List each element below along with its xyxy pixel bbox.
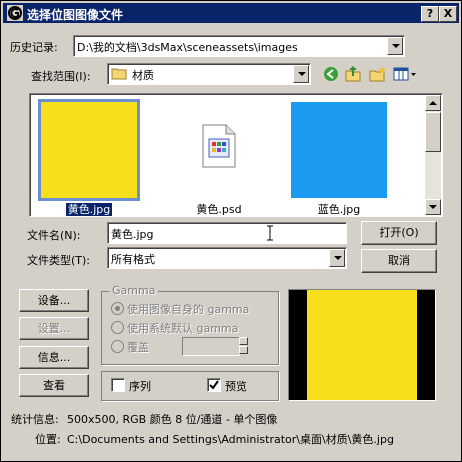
file-name: 蓝色.jpg [317, 203, 361, 216]
radio-dot [115, 306, 120, 311]
filetype-label: 文件类型(T): [27, 254, 91, 267]
filetype-combo[interactable]: 所有格式 [107, 247, 347, 269]
gamma-group-title: Gamma [109, 284, 159, 297]
lookin-combo[interactable]: 材质 [107, 63, 311, 85]
file-name: 黄色.jpg [39, 201, 139, 217]
help-button[interactable]: ? [421, 6, 439, 22]
stats-value: 500x500, RGB 颜色 8 位/通道 - 单个图像 [67, 413, 278, 426]
file-thumbnail [38, 99, 140, 201]
gamma-override-label: 覆盖 [127, 341, 149, 354]
spinner-up-button[interactable] [239, 337, 248, 345]
history-label: 历史记录: [10, 41, 58, 54]
gamma-image-label: 使用图像自身的 gamma [127, 303, 250, 316]
up-folder-icon[interactable] [345, 65, 361, 82]
image-preview-pane [288, 289, 436, 401]
new-folder-icon[interactable] [369, 66, 387, 82]
location-label: 位置: [35, 433, 61, 446]
blue-image-preview [291, 102, 387, 198]
scroll-thumb[interactable] [425, 112, 441, 152]
file-name-text: 黄色.jpg [65, 203, 113, 216]
preview-checkbox[interactable] [207, 378, 221, 392]
gamma-system-label: 使用系统默认 gamma [127, 322, 239, 335]
folder-icon [111, 68, 127, 80]
filetype-dropdown-button[interactable] [329, 249, 345, 267]
vertical-scrollbar[interactable] [425, 95, 441, 215]
history-value: D:\我的文档\3dsMax\sceneassets\images [77, 41, 298, 54]
gamma-system-radio[interactable] [111, 321, 124, 334]
filename-label: 文件名(N): [27, 229, 81, 242]
preview-label: 预览 [225, 380, 247, 393]
lookin-dropdown-button[interactable] [293, 65, 309, 83]
stats-label: 统计信息: [11, 413, 59, 426]
location-value: C:\Documents and Settings\Administrator\… [67, 433, 394, 446]
arrow-down-icon [429, 205, 437, 209]
settings-button[interactable]: 设置... [19, 317, 89, 340]
preview-image [307, 290, 417, 400]
history-dropdown-button[interactable] [387, 37, 403, 55]
info-button[interactable]: 信息... [19, 346, 89, 369]
app-icon [7, 5, 23, 21]
file-thumbnail [289, 100, 389, 200]
options-group [101, 371, 279, 401]
filename-value: 黄色.jpg [111, 228, 154, 241]
gamma-image-radio[interactable] [111, 302, 124, 315]
open-button[interactable]: 打开(O) [361, 221, 437, 245]
gamma-override-radio[interactable] [111, 340, 124, 353]
window-title: 选择位图图像文件 [27, 8, 124, 22]
yellow-image-preview [41, 102, 137, 198]
lookin-value: 材质 [132, 69, 154, 82]
scroll-up-button[interactable] [425, 95, 441, 111]
file-list[interactable]: 黄色.jpg 黄色.psd 蓝色.jpg [29, 93, 443, 217]
checkmark-icon [209, 380, 219, 390]
view-button[interactable]: 查看 [19, 374, 89, 397]
file-thumbnail [169, 100, 269, 200]
text-cursor-icon [267, 225, 273, 241]
spinner-down-button[interactable] [239, 346, 248, 354]
gamma-override-input[interactable] [182, 337, 240, 356]
sequence-label: 序列 [129, 380, 151, 393]
dialog-window: 选择位图图像文件 ? X 历史记录: D:\我的文档\3dsMax\scenea… [0, 0, 462, 462]
document-icon [202, 124, 236, 168]
close-button[interactable]: X [439, 6, 457, 22]
back-icon[interactable] [323, 66, 339, 82]
sequence-checkbox[interactable] [111, 378, 125, 392]
title-bar[interactable]: 选择位图图像文件 ? X [3, 3, 459, 23]
arrow-up-icon [429, 101, 437, 105]
view-menu-icon[interactable] [393, 66, 417, 82]
file-name: 黄色.psd [196, 203, 242, 216]
lookin-label: 查找范围(I): [31, 70, 91, 83]
scroll-down-button[interactable] [425, 199, 441, 215]
filetype-value: 所有格式 [111, 253, 155, 266]
filename-input[interactable]: 黄色.jpg [107, 222, 347, 244]
history-combo[interactable]: D:\我的文档\3dsMax\sceneassets\images [73, 35, 405, 57]
cancel-button[interactable]: 取消 [361, 249, 437, 273]
setup-button[interactable]: 设备... [19, 289, 89, 312]
gamma-spinner[interactable] [239, 337, 248, 354]
